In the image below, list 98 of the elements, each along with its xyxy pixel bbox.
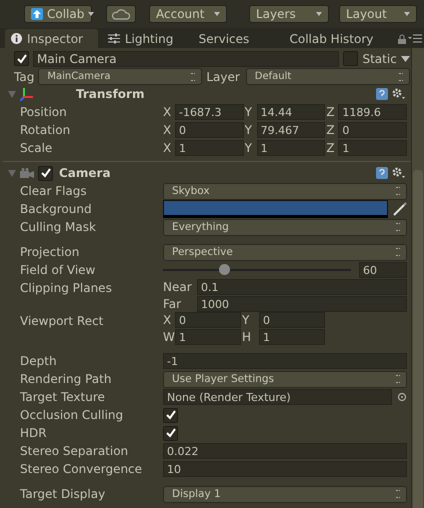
axis-label: X	[163, 313, 172, 327]
slider-thumb[interactable]	[219, 264, 230, 275]
dropdown[interactable]: Skybox	[163, 182, 407, 200]
property-label: Position	[19, 104, 68, 121]
axis-label: H	[242, 330, 252, 344]
field-label: Far	[163, 297, 182, 311]
number-field[interactable]: 10	[163, 461, 407, 477]
axis-label: Z	[326, 141, 336, 155]
property-label: Target Display	[19, 486, 106, 503]
dropdown[interactable]: Display 1	[163, 486, 407, 502]
number-field[interactable]: 0	[175, 122, 244, 138]
number-field[interactable]: 1	[175, 329, 241, 345]
sliders-icon	[108, 33, 120, 44]
axis-label: Y	[244, 141, 253, 155]
tab[interactable]: Lighting	[102, 29, 193, 48]
number-field[interactable]: 0	[175, 312, 241, 328]
axis-label: X	[163, 141, 172, 155]
number-field[interactable]: 0.022	[163, 443, 407, 459]
dropdown[interactable]: Use Player Settings	[163, 370, 407, 388]
axes-icon	[20, 87, 34, 101]
axis-label: W	[163, 330, 174, 344]
number-field[interactable]: 14.44	[256, 104, 326, 120]
caret-icon[interactable]	[400, 56, 410, 62]
lock-icon[interactable]	[398, 34, 406, 44]
dropdown[interactable]: Perspective	[163, 244, 407, 260]
layout-dropdown[interactable]: Layout	[339, 5, 417, 23]
number-field[interactable]: 1189.6	[338, 104, 407, 120]
eyedropper-icon[interactable]	[393, 202, 407, 216]
layer-label: Layer	[206, 70, 240, 84]
property-label: Rotation	[19, 122, 72, 139]
number-field[interactable]: 1	[256, 140, 326, 156]
layer-dropdown[interactable]: Default	[246, 68, 410, 85]
component-title: Transform	[76, 87, 144, 101]
property-label: Viewport Rect	[19, 313, 104, 330]
cloud-icon	[112, 8, 130, 20]
layers-dropdown[interactable]: Layers	[249, 5, 329, 23]
upload-arrow-icon	[31, 8, 43, 20]
axis-label: Z	[326, 123, 336, 137]
camera-icon	[20, 168, 34, 178]
number-field[interactable]: 0	[338, 122, 407, 138]
static-checkbox[interactable]	[343, 51, 358, 66]
help-icon[interactable]	[376, 88, 388, 100]
property-label: Stereo Convergence	[19, 461, 144, 478]
name-field[interactable]: Main Camera	[33, 50, 340, 66]
collab-button[interactable]: Collab	[24, 5, 92, 23]
number-field[interactable]: 1	[175, 140, 244, 156]
axis-label: Y	[244, 123, 253, 137]
menu-icon[interactable]	[408, 34, 422, 43]
axis-label: Z	[326, 105, 336, 119]
property-label: Field of View	[19, 262, 96, 279]
object-field[interactable]: None (Render Texture)	[163, 389, 392, 405]
property-label: Background	[19, 201, 93, 218]
tag-label: Tag	[14, 70, 34, 84]
property-label: Target Texture	[19, 389, 106, 406]
color-swatch[interactable]	[163, 200, 388, 218]
dropdown[interactable]: Everything	[163, 218, 407, 236]
static-label: Static	[362, 52, 397, 66]
property-label: Clear Flags	[19, 183, 88, 200]
tab[interactable]: Services	[192, 29, 284, 48]
checkbox[interactable]	[163, 426, 178, 440]
property-label: Scale	[19, 140, 54, 157]
property-label: HDR	[19, 425, 48, 442]
property-label: Occlusion Culling	[19, 407, 124, 424]
number-field[interactable]: 0	[259, 312, 325, 328]
info-icon	[11, 33, 22, 44]
tab[interactable]: Collab History	[284, 29, 398, 48]
component-title: Camera	[59, 166, 111, 180]
number-field[interactable]: -1687.3	[175, 104, 244, 120]
property-label: Clipping Planes	[19, 280, 113, 297]
enabled-checkbox[interactable]	[38, 166, 53, 180]
number-field[interactable]: 1	[259, 329, 325, 345]
field-label: Near	[163, 280, 193, 294]
property-label: Projection	[19, 244, 80, 261]
number-field[interactable]: 60	[359, 262, 407, 278]
property-label: Stereo Separation	[19, 443, 130, 460]
tag-dropdown[interactable]: MainCamera	[38, 68, 202, 85]
cloud-button[interactable]	[106, 5, 136, 23]
property-label: Rendering Path	[19, 371, 112, 388]
axis-label: Y	[242, 313, 250, 327]
number-field[interactable]: 0.1	[197, 279, 407, 295]
help-icon[interactable]	[376, 167, 388, 179]
account-dropdown[interactable]: Account	[149, 5, 227, 23]
axis-label: Y	[244, 105, 253, 119]
property-label: Depth	[19, 353, 58, 370]
number-field[interactable]: -1	[163, 353, 407, 369]
target-icon[interactable]	[397, 392, 407, 402]
axis-label: X	[163, 123, 172, 137]
settings-icon[interactable]	[392, 167, 405, 179]
property-label: Culling Mask	[19, 219, 97, 236]
number-field[interactable]: 1000	[197, 296, 407, 312]
axis-label: X	[163, 105, 172, 119]
checkbox[interactable]	[163, 408, 178, 422]
number-field[interactable]: 1	[338, 140, 407, 156]
settings-icon[interactable]	[392, 88, 405, 100]
active-checkbox[interactable]	[14, 51, 29, 66]
scrollbar-thumb[interactable]	[413, 170, 423, 508]
number-field[interactable]: 79.467	[256, 122, 326, 138]
tab[interactable]: Inspector	[5, 29, 98, 48]
